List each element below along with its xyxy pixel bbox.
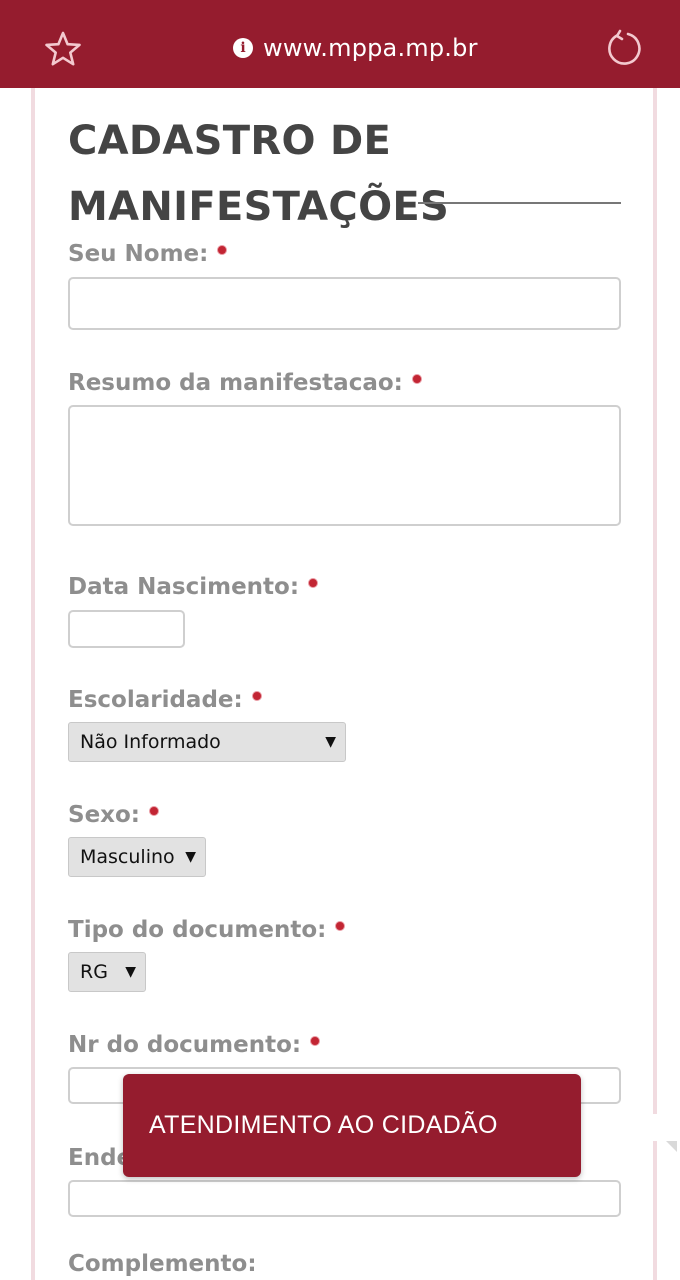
education-select[interactable]: Não Informado ▼ [68, 722, 346, 762]
document-type-label-text: Tipo do documento: [68, 917, 327, 943]
sex-label: Sexo: [68, 802, 159, 828]
birthdate-label: Data Nascimento: [68, 574, 319, 600]
bookmark-star-icon[interactable] [44, 30, 82, 68]
birthdate-input[interactable] [68, 610, 185, 648]
birthdate-label-text: Data Nascimento: [68, 574, 300, 600]
sex-selected-value: Masculino [80, 846, 175, 868]
document-type-label: Tipo do documento: [68, 917, 346, 943]
page-title: CADASTRO DE MANIFESTAÇÕES [68, 108, 450, 240]
document-number-label: Nr do documento: [68, 1032, 321, 1058]
education-label-text: Escolaridade: [68, 687, 243, 713]
chat-bubble-icon [639, 1114, 677, 1152]
name-label: Seu Nome: [68, 241, 228, 267]
required-indicator [411, 374, 422, 384]
required-indicator [308, 578, 319, 588]
sex-select[interactable]: Masculino ▼ [68, 837, 206, 877]
required-indicator [335, 921, 346, 931]
name-label-text: Seu Nome: [68, 241, 209, 267]
page-title-line-2: MANIFESTAÇÕES [68, 184, 450, 230]
dropdown-arrow-icon: ▼ [125, 964, 136, 980]
document-type-selected-value: RG [80, 961, 108, 983]
required-indicator [149, 806, 159, 816]
required-indicator [217, 245, 228, 255]
complement-label: Complemento: [68, 1251, 257, 1277]
url-text: www.mppa.mp.br [263, 34, 478, 62]
address-bar[interactable]: i www.mppa.mp.br [233, 30, 478, 66]
address-input[interactable] [68, 1180, 621, 1217]
education-selected-value: Não Informado [80, 731, 221, 753]
dropdown-arrow-icon: ▼ [325, 734, 336, 750]
education-label: Escolaridade: [68, 687, 262, 713]
required-indicator [310, 1036, 321, 1046]
citizen-service-button[interactable]: ATENDIMENTO AO CIDADÃO [123, 1074, 677, 1177]
document-number-label-text: Nr do documento: [68, 1032, 302, 1058]
document-type-select[interactable]: RG ▼ [68, 952, 146, 992]
name-input[interactable] [68, 277, 621, 330]
dropdown-arrow-icon: ▼ [185, 849, 196, 865]
citizen-service-label: ATENDIMENTO AO CIDADÃO [149, 1111, 498, 1139]
info-icon[interactable]: i [233, 38, 253, 58]
title-divider [418, 202, 621, 204]
page-title-line-1: CADASTRO DE [68, 118, 392, 164]
reload-icon[interactable] [604, 28, 644, 68]
page-shadow [653, 88, 657, 1280]
summary-label-text: Resumo da manifestacao: [68, 370, 403, 396]
sex-label-text: Sexo: [68, 802, 140, 828]
browser-toolbar: i www.mppa.mp.br [0, 0, 680, 88]
required-indicator [251, 691, 262, 701]
summary-textarea[interactable] [68, 405, 621, 526]
summary-label: Resumo da manifestacao: [68, 370, 422, 396]
complement-label-text: Complemento: [68, 1251, 257, 1277]
